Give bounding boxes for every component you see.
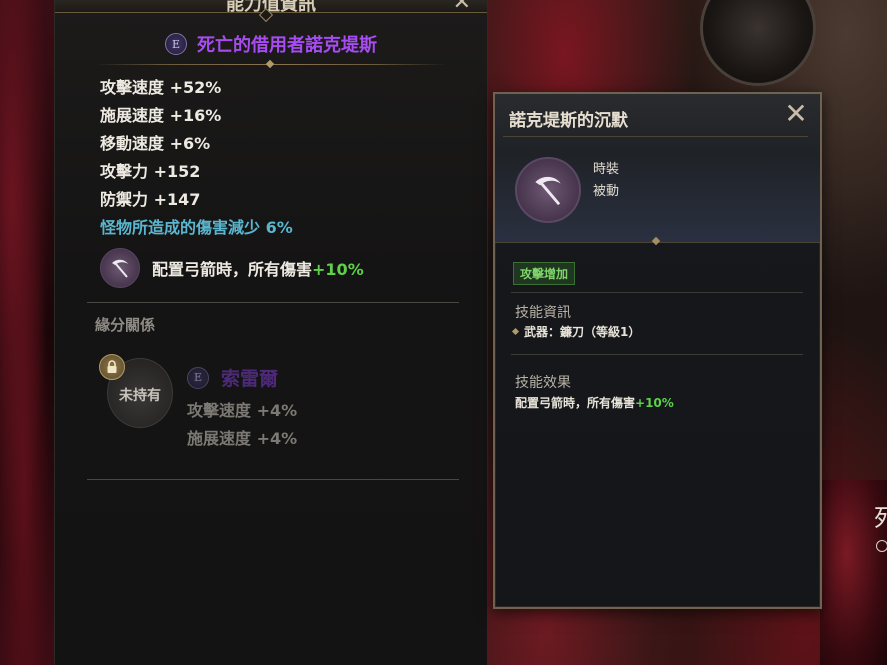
- skill-info-line: 武器：鐮刀（等級1）: [511, 323, 641, 340]
- skill-effect-text: 配置弓箭時，所有傷害+10%: [152, 256, 364, 280]
- bond-grade-badge: E: [187, 366, 209, 389]
- popup-title-divider: [503, 136, 808, 137]
- stat-list: 攻擊速度 +52% 施展速度 +16% 移動速度 +6% 攻擊力 +152 防禦…: [100, 76, 293, 244]
- card-name-row: E 死亡的借用者諾克堤斯: [55, 28, 487, 60]
- skill-effect-description: 配置弓箭時，所有傷害+10%: [515, 394, 674, 411]
- bond-stat-cast-speed: 施展速度 +4%: [187, 429, 298, 448]
- bond-heading: 緣分關係: [95, 316, 156, 334]
- background-partial-title: 死: [874, 504, 887, 532]
- grade-badge: E: [165, 33, 187, 55]
- stat-attack-power: 攻擊力 +152: [100, 162, 201, 181]
- lock-icon: [99, 354, 125, 380]
- skill-info-text: 武器：鐮刀（等級1）: [524, 325, 641, 339]
- skill-effect-desc-bonus: +10%: [635, 396, 674, 410]
- bond-stat-list: 攻擊速度 +4% 施展速度 +4%: [187, 399, 297, 455]
- panel-title: 能力值資訊: [226, 0, 316, 13]
- skill-effect-label: 配置弓箭時，所有傷害: [152, 260, 313, 279]
- card-name: 死亡的借用者諾克堤斯: [197, 35, 377, 56]
- skill-category: 時裝: [593, 162, 620, 177]
- popup-title: 諾克堤斯的沉默: [509, 111, 628, 131]
- skill-effect-desc-text: 配置弓箭時，所有傷害: [515, 396, 636, 410]
- bond-name-row: E 索雷爾: [187, 364, 278, 391]
- close-icon[interactable]: ✕: [782, 100, 810, 128]
- stat-defense: 防禦力 +147: [100, 190, 201, 209]
- clock-icon: [876, 540, 887, 552]
- popup-divider: [511, 292, 803, 293]
- stat-info-panel: 能力值資訊 ✕ E 死亡的借用者諾克堤斯 攻擊速度 +52% 施展速度 +16%…: [54, 0, 488, 665]
- close-icon[interactable]: ✕: [453, 0, 471, 12]
- section-divider: [87, 479, 459, 480]
- not-owned-label: 未持有: [119, 388, 161, 404]
- skill-effect-heading: 技能效果: [515, 375, 571, 391]
- skill-detail-popup: 諾克堤斯的沉默 ✕ 時裝 被動 攻擊增加 技能資訊 武器：鐮刀（等級1） 技能效…: [493, 92, 822, 609]
- stat-attack-speed: 攻擊速度 +52%: [100, 78, 222, 97]
- skill-effect-row[interactable]: 配置弓箭時，所有傷害+10%: [100, 248, 364, 288]
- popup-header: 諾克堤斯的沉默 ✕ 時裝 被動: [495, 94, 820, 243]
- stat-monster-damage-reduction: 怪物所造成的傷害減少 6%: [100, 218, 293, 237]
- divider-gem-icon: [265, 59, 275, 69]
- attack-increase-tag: 攻擊增加: [513, 262, 576, 285]
- scythe-icon: [515, 157, 581, 223]
- section-divider: [87, 302, 459, 303]
- skill-info-heading: 技能資訊: [515, 305, 571, 321]
- popup-divider: [511, 354, 803, 355]
- skill-type: 被動: [593, 184, 620, 199]
- stat-cast-speed: 施展速度 +16%: [100, 106, 222, 125]
- stat-move-speed: 移動速度 +6%: [100, 134, 211, 153]
- bond-stat-attack-speed: 攻擊速度 +4%: [187, 401, 298, 420]
- panel-title-bar: 能力值資訊 ✕: [55, 0, 487, 13]
- background-art-left: [0, 0, 60, 665]
- bullet-diamond-icon: [511, 327, 520, 336]
- scythe-icon[interactable]: [100, 248, 140, 288]
- bond-card-name: 索雷爾: [221, 368, 279, 390]
- skill-effect-bonus: +10%: [312, 260, 364, 279]
